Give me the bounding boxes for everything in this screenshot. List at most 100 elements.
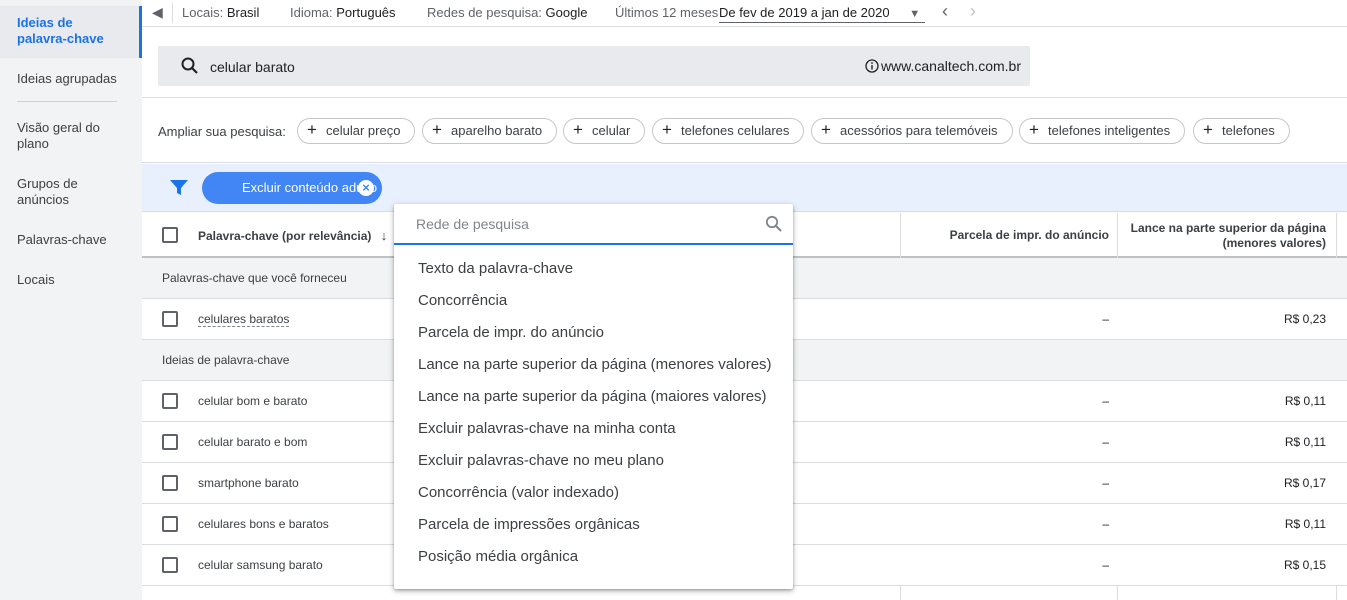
language-setting[interactable]: Idioma: Português [290, 5, 396, 20]
top-bid-low-cell: R$ 0,11 [1284, 394, 1326, 408]
top-bid-low-cell: R$ 0,17 [1283, 476, 1326, 490]
keyword-cell: celular samsung barato [198, 558, 323, 572]
menu-item-ad-impr-share[interactable]: Parcela de impr. do anúncio [418, 324, 604, 341]
menu-item-exclude-account-keywords[interactable]: Excluir palavras-chave na minha conta [418, 420, 676, 437]
row-checkbox[interactable] [162, 311, 178, 327]
suggestion-chip[interactable]: + acessórios para telemóveis [811, 118, 1013, 144]
divider [172, 3, 173, 23]
header-top-bid-low-line2: (menores valores) [1222, 236, 1326, 250]
dropdown-search-input[interactable] [416, 213, 746, 235]
network-value: Google [545, 5, 588, 20]
impr-share-cell: – [1102, 476, 1109, 490]
top-settings-bar: ◀ Locais: Brasil Idioma: Português Redes… [142, 0, 1347, 27]
chip-label: aparelho barato [451, 123, 543, 138]
broaden-label: Ampliar sua pesquisa: [158, 124, 286, 139]
sidebar-divider [17, 101, 117, 102]
top-bid-low-cell: R$ 0,11 [1284, 517, 1326, 531]
date-range-select[interactable]: De fev de 2019 a jan de 2020 ▼ [719, 5, 920, 20]
sidebar-item-label: Ideias agrupadas [17, 71, 117, 86]
sidebar-item-keyword-ideas[interactable]: Ideias de palavra-chave [0, 6, 142, 58]
suggestion-chip[interactable]: + celular [563, 118, 646, 144]
plus-icon: + [821, 120, 831, 139]
plus-icon: + [307, 120, 317, 139]
locations-value: Brasil [226, 5, 260, 20]
menu-item-top-bid-low[interactable]: Lance na parte superior da página (menor… [418, 356, 772, 373]
sidebar-item-locations[interactable]: Locais [0, 272, 142, 288]
locations-setting[interactable]: Locais: Brasil [182, 5, 259, 20]
exclude-adult-filter-chip[interactable]: Excluir conteúdo adulto × [202, 172, 382, 204]
menu-item-organic-avg-position[interactable]: Posição média orgânica [418, 548, 578, 565]
menu-item-keyword-text[interactable]: Texto da palavra-chave [418, 260, 573, 277]
top-bid-low-cell: R$ 0,23 [1283, 312, 1326, 326]
keyword-cell: celular barato e bom [198, 435, 308, 449]
row-checkbox[interactable] [162, 516, 178, 532]
top-bid-low-cell: R$ 0,15 [1283, 558, 1326, 572]
menu-item-organic-impr-share[interactable]: Parcela de impressões orgânicas [418, 516, 640, 533]
suggestion-chip[interactable]: + celular preço [297, 118, 416, 144]
header-top-bid-low-line1: Lance na parte superior da página [1130, 221, 1326, 235]
period-label: Últimos 12 meses [615, 5, 719, 20]
sidebar-item-keywords[interactable]: Palavras-chave [0, 232, 142, 248]
menu-item-exclude-plan-keywords[interactable]: Excluir palavras-chave no meu plano [418, 452, 664, 469]
menu-item-competition-indexed[interactable]: Concorrência (valor indexado) [418, 484, 619, 501]
suggestion-chip[interactable]: + telefones [1193, 118, 1290, 144]
suggestion-chip[interactable]: + aparelho barato [422, 118, 558, 144]
remove-filter-icon[interactable]: × [358, 180, 374, 196]
sidebar-item-label: Palavras-chave [17, 232, 107, 247]
sidebar-item-label: Locais [17, 272, 55, 287]
impr-share-cell: – [1102, 394, 1109, 408]
chip-label: telefones celulares [681, 123, 790, 138]
sidebar-item-plan-overview[interactable]: Visão geral do plano [0, 120, 142, 152]
keyword-cell: smartphone barato [198, 476, 299, 490]
keyword-cell: celulares bons e baratos [198, 517, 329, 531]
group-label: Ideias de palavra-chave [162, 353, 290, 367]
row-checkbox[interactable] [162, 557, 178, 573]
next-period-icon[interactable]: › [970, 1, 976, 22]
network-setting[interactable]: Redes de pesquisa: Google [427, 5, 587, 20]
plus-icon: + [662, 120, 672, 139]
chip-label: telefones [1222, 123, 1275, 138]
plus-icon: + [573, 120, 583, 139]
search-query[interactable]: celular barato [210, 59, 295, 75]
suggestion-chip[interactable]: + telefones celulares [652, 118, 805, 144]
sidebar-item-grouped-ideas[interactable]: Ideias agrupadas [0, 71, 142, 87]
header-keyword-label: Palavra-chave (por relevância) [198, 229, 372, 243]
impr-share-cell: – [1102, 435, 1109, 449]
broaden-search-bar: Ampliar sua pesquisa: + celular preço + ap… [142, 99, 1347, 163]
collapse-left-icon[interactable]: ◀ [152, 4, 163, 21]
search-icon [765, 215, 783, 236]
date-range-underline [719, 22, 925, 23]
menu-item-competition[interactable]: Concorrência [418, 292, 507, 309]
site-url: www.canaltech.com.br [880, 58, 1021, 74]
filter-column-dropdown: Texto da palavra-chave Concorrência Parc… [394, 204, 793, 589]
keyword-cell: celular bom e barato [198, 394, 308, 408]
chip-label: celular preço [326, 123, 401, 138]
row-checkbox[interactable] [162, 475, 178, 491]
date-range-value: De fev de 2019 a jan de 2020 [719, 5, 890, 20]
chevron-down-icon: ▼ [909, 8, 921, 20]
menu-item-top-bid-high[interactable]: Lance na parte superior da página (maior… [418, 388, 767, 405]
chip-label: telefones inteligentes [1048, 123, 1171, 138]
dropdown-search [394, 204, 793, 245]
sidebar-item-label: Ideias de palavra-chave [17, 15, 104, 46]
keyword-cell: celulares baratos [198, 312, 290, 327]
arrow-down-icon: ↓ [380, 228, 388, 243]
plus-icon: + [1203, 120, 1213, 139]
keyword-search-box[interactable]: celular barato www.canaltech.com.br [158, 46, 1030, 86]
sidebar-item-label: Visão geral do plano [17, 120, 100, 151]
sidebar-item-ad-groups[interactable]: Grupos de anúncios [0, 176, 142, 208]
filter-chip-label: Excluir conteúdo adulto [242, 180, 378, 195]
row-checkbox[interactable] [162, 434, 178, 450]
impr-share-cell: – [1102, 517, 1109, 531]
select-all-checkbox[interactable] [162, 227, 178, 243]
suggestion-chip[interactable]: + telefones inteligentes [1019, 118, 1186, 144]
sidebar-item-label: Grupos de anúncios [17, 176, 78, 207]
plus-icon: + [1029, 120, 1039, 139]
row-checkbox[interactable] [162, 393, 178, 409]
impr-share-cell: – [1102, 312, 1109, 326]
site-filter[interactable]: www.canaltech.com.br [865, 58, 1021, 74]
previous-period-icon[interactable]: ‹ [942, 1, 948, 22]
info-icon [865, 59, 879, 73]
filter-icon[interactable] [170, 180, 188, 199]
sidebar: Ideias de palavra-chave Ideias agrupadas… [0, 0, 142, 600]
